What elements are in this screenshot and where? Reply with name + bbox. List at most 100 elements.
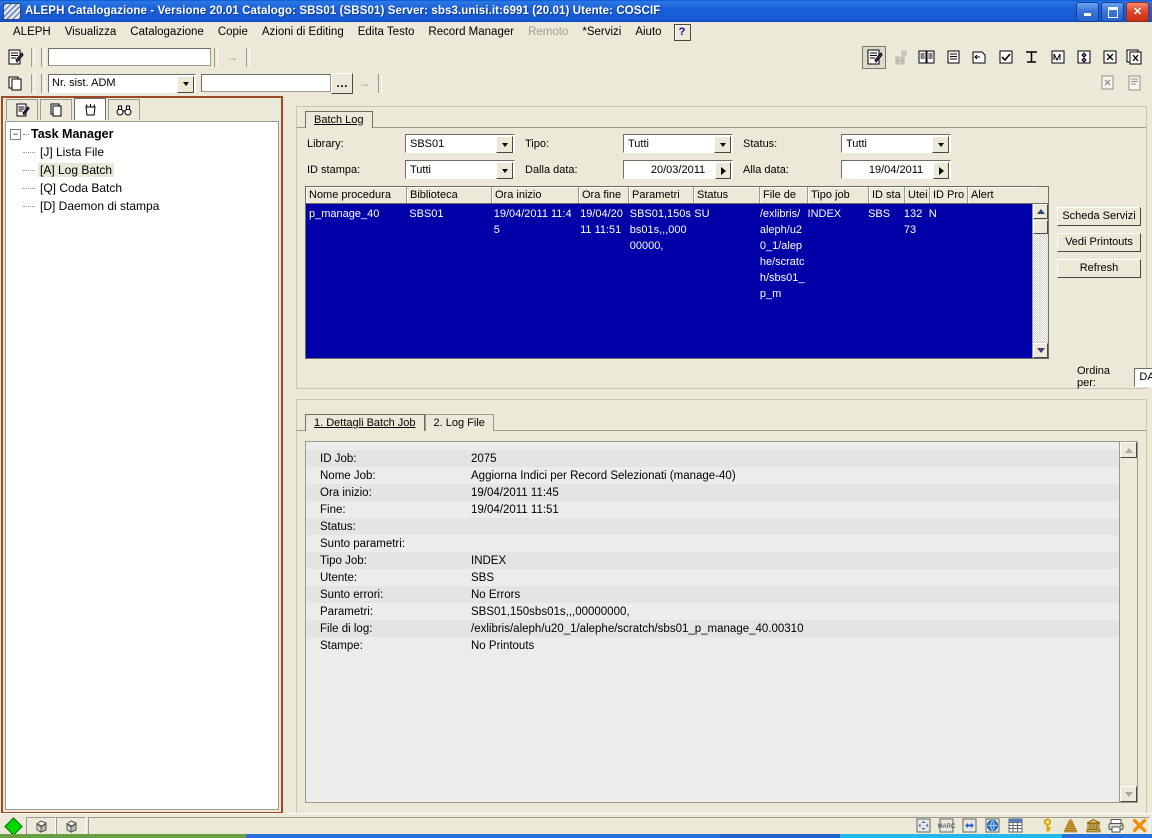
menu-copie[interactable]: Copie [211,24,255,40]
delete-pages-icon[interactable] [1124,47,1146,68]
date-picker-icon[interactable] [715,162,731,179]
sort-select[interactable]: DATE-D [1134,367,1152,387]
chevron-down-icon[interactable] [714,136,731,153]
tab-dettagli-batch-job[interactable]: 1. Dettagli Batch Job [305,414,425,431]
search-value-input[interactable] [201,74,331,92]
menu-catalogazione[interactable]: Catalogazione [123,24,211,40]
search-type-select[interactable]: Nr. sist. ADM [48,73,196,93]
grid-col-status[interactable]: Status [694,187,760,203]
folder-arrow-icon[interactable] [968,47,990,68]
collapse-icon[interactable]: − [10,128,21,140]
chevron-down-icon[interactable] [496,136,513,153]
status-cube-1[interactable] [26,816,56,836]
move-arrows-icon[interactable] [912,816,934,836]
scroll-down-button[interactable] [1033,343,1048,358]
tree-root-task-manager[interactable]: − Task Manager [10,127,274,141]
batch-log-grid[interactable]: Nome procedura Biblioteca Ora inizio Ora… [305,186,1049,359]
move-icon[interactable] [1072,47,1094,68]
doc-edit-icon[interactable] [1124,73,1146,94]
grid-vertical-scrollbar[interactable] [1032,204,1048,358]
refresh-button[interactable]: Refresh [1057,259,1141,278]
menu-visualizza[interactable]: Visualizza [58,24,124,40]
grid-col-id-proc[interactable]: ID Pro [930,187,968,203]
library-select[interactable]: SBS01 [405,134,515,153]
grid-dots-icon[interactable] [890,47,912,68]
menu-servizi[interactable]: *Servizi [575,24,628,40]
detail-scroll-up-button[interactable] [1120,442,1137,458]
id-stampa-select[interactable]: Tutti [405,160,515,179]
tab-batch-log[interactable]: Batch Log [305,111,373,128]
status-select[interactable]: Tutti [841,134,951,153]
printer-icon[interactable] [1105,816,1127,836]
go-arrow-button-1[interactable]: → [221,46,243,68]
tree-item-coda-batch[interactable]: [Q] Coda Batch [23,179,274,197]
minimize-button[interactable] [1076,2,1099,22]
status-cube-2[interactable] [56,816,86,836]
grid-col-ora-inizio[interactable]: Ora inizio [492,187,579,203]
close-x-icon[interactable] [1128,816,1150,836]
two-pages-icon[interactable] [916,47,938,68]
sidebar-tab-copies[interactable] [40,99,72,120]
menu-bar[interactable]: ALEPH Visualizza Catalogazione Copie Azi… [0,22,1152,42]
chevron-down-icon[interactable] [496,162,513,179]
menu-azioni-di-editing[interactable]: Azioni di Editing [255,24,351,40]
alla-data-field[interactable]: 19/04/2011 [841,160,951,179]
grid-col-alert[interactable]: Alert [968,187,1038,203]
scrollbar-track[interactable] [1033,234,1048,342]
go-arrow-button-2[interactable]: → [353,72,375,94]
navigate-icon[interactable] [1046,47,1068,68]
grid-body[interactable]: p_manage_40 SBS01 19/04/2011 11:45 19/04… [306,204,1033,358]
table-icon[interactable] [1004,816,1026,836]
grid-col-ora-fine[interactable]: Ora fine [579,187,629,203]
task-manager-tree[interactable]: − Task Manager [J] Lista File [A] Log Ba… [5,121,279,810]
chevron-down-icon[interactable] [932,136,949,153]
menu-record-manager[interactable]: Record Manager [421,24,521,40]
tab-log-file[interactable]: 2. Log File [424,414,494,431]
sidebar-tab-task-manager[interactable] [74,98,106,120]
check-box-icon[interactable] [994,47,1016,68]
bank-icon[interactable] [1082,816,1104,836]
vedi-printouts-button[interactable]: Vedi Printouts [1057,233,1141,252]
double-arrow-icon[interactable] [958,816,980,836]
tree-item-daemon-di-stampa[interactable]: [D] Daemon di stampa [23,197,274,215]
browse-dots-button[interactable]: … [331,72,353,94]
close-button[interactable]: ✕ [1126,2,1149,22]
chevron-down-icon[interactable] [177,75,194,93]
window-controls[interactable]: ✕ [1076,2,1149,22]
date-picker-icon[interactable] [933,162,949,179]
detail-scroll-down-button[interactable] [1120,786,1137,802]
delete-page-icon[interactable] [1098,47,1120,68]
toolbar-search-input-1[interactable] [48,48,211,66]
batch-log-tabrow[interactable]: Batch Log [297,107,1146,128]
grid-col-parametri[interactable]: Parametri [629,187,694,203]
tower-icon[interactable] [1059,816,1081,836]
sidebar-tabstrip[interactable] [3,98,281,120]
grid-col-file-de[interactable]: File de [760,187,808,203]
grid-col-utente[interactable]: Utei [905,187,930,203]
menu-aiuto[interactable]: Aiuto [628,24,668,40]
scroll-up-button[interactable] [1033,204,1048,219]
tree-item-lista-file[interactable]: [J] Lista File [23,143,274,161]
grid-col-tipo-job[interactable]: Tipo job [808,187,869,203]
grid-col-nome-procedura[interactable]: Nome procedura [306,187,407,203]
grid-col-id-sta[interactable]: ID sta [869,187,905,203]
tipo-select[interactable]: Tutti [623,134,733,153]
globe-icon[interactable] [981,816,1003,836]
tree-item-log-batch[interactable]: [A] Log Batch [23,161,274,179]
table-row[interactable]: p_manage_40 SBS01 19/04/2011 11:45 19/04… [306,204,1033,302]
scheda-servizi-button[interactable]: Scheda Servizi [1057,207,1141,226]
dalla-data-field[interactable]: 20/03/2011 [623,160,733,179]
grid-header-row[interactable]: Nome procedura Biblioteca Ora inizio Ora… [306,187,1048,204]
help-icon[interactable]: ? [673,23,691,41]
detail-tabrow[interactable]: 1. Dettagli Batch Job 2. Log File [297,410,1146,431]
detail-vertical-scrollbar[interactable] [1119,442,1137,802]
grid-col-biblioteca[interactable]: Biblioteca [407,187,492,203]
copy-pages-icon[interactable] [4,73,26,94]
key-icon[interactable] [1036,816,1058,836]
scrollbar-thumb[interactable] [1033,220,1048,234]
sidebar-tab-record-edit[interactable] [6,99,38,120]
merge-icon[interactable] [1020,47,1042,68]
document-edit-icon[interactable] [4,47,26,68]
list-lines-icon[interactable] [942,47,964,68]
menu-aleph[interactable]: ALEPH [6,24,58,40]
